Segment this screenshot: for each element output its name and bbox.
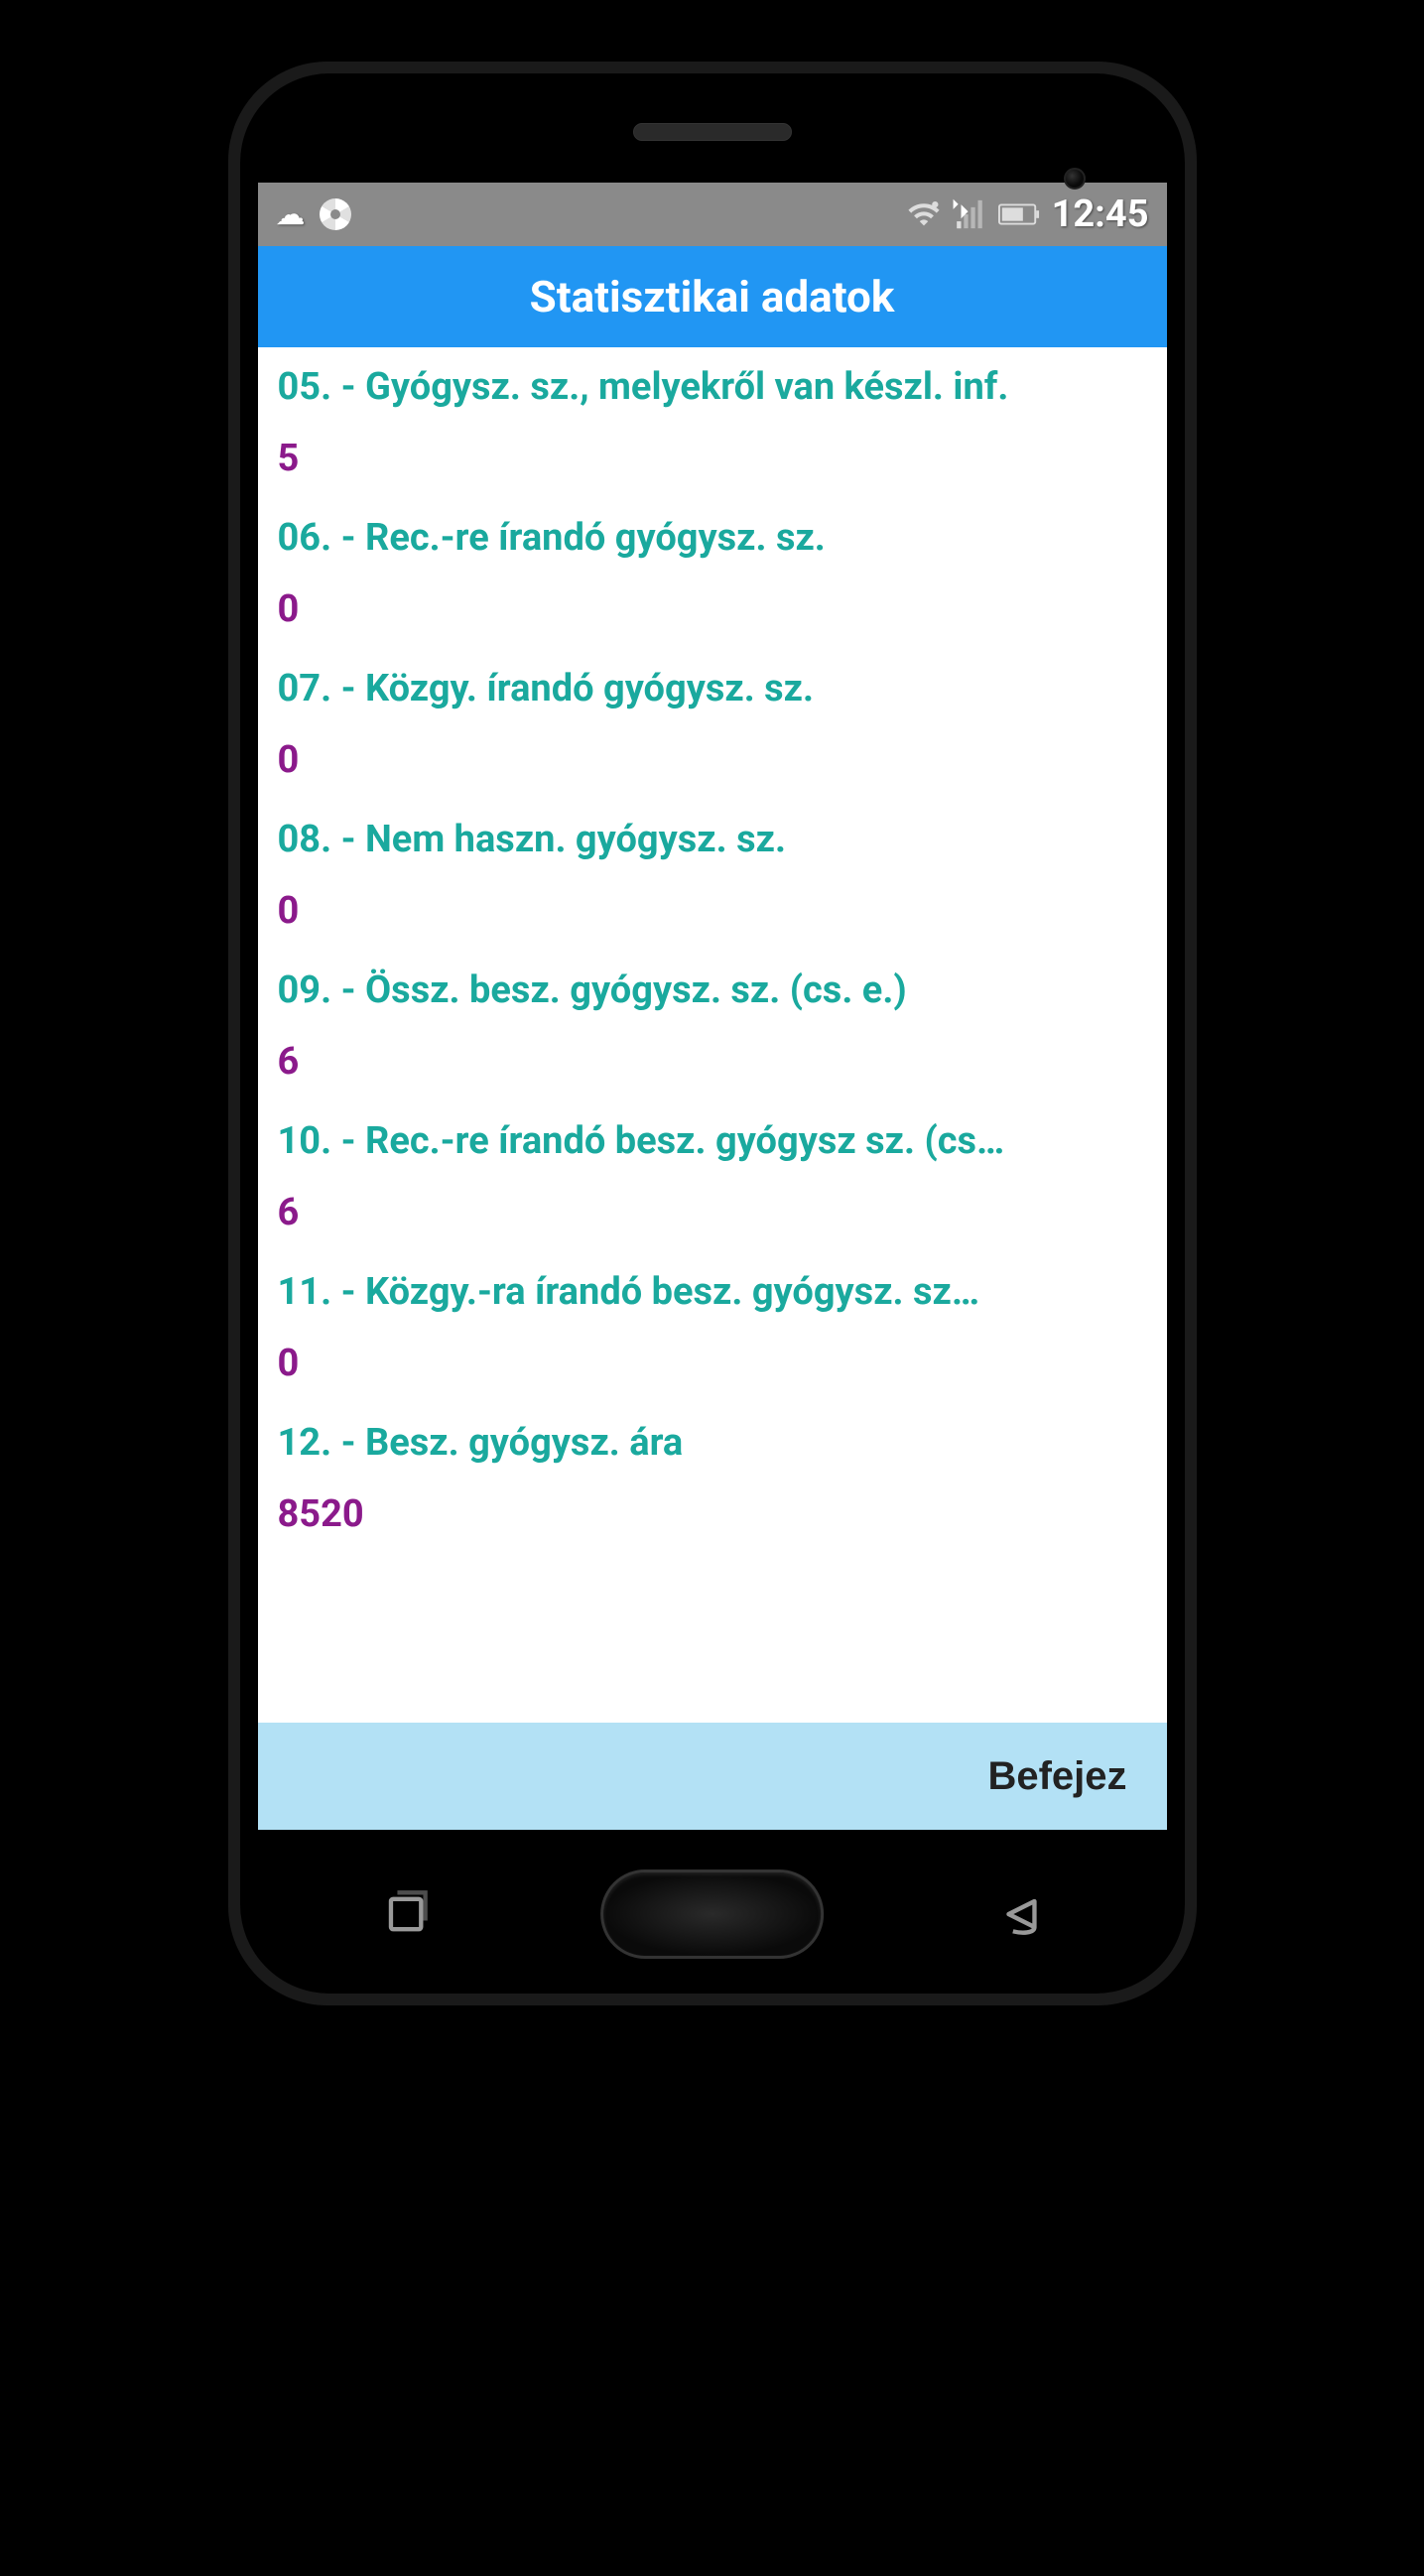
- stat-row: 09. - Össz. besz. gyógysz. sz. (cs. e.) …: [278, 951, 1147, 1101]
- back-icon[interactable]: [992, 1888, 1044, 1940]
- android-nav-bar: [297, 1869, 1128, 1959]
- stat-label: 12. - Besz. gyógysz. ára: [278, 1421, 1147, 1465]
- phone-inner-frame: ☁ 12:45 Statisztikai adatok 05.: [228, 62, 1197, 2005]
- stat-label: 09. - Össz. besz. gyógysz. sz. (cs. e.): [278, 968, 1147, 1012]
- status-bar: ☁ 12:45: [258, 183, 1167, 246]
- status-left: ☁: [276, 197, 351, 232]
- stat-row: 06. - Rec.-re írandó gyógysz. sz. 0: [278, 498, 1147, 649]
- stat-row: 08. - Nem haszn. gyógysz. sz. 0: [278, 800, 1147, 951]
- stat-label: 07. - Közgy. írandó gyógysz. sz.: [278, 667, 1147, 710]
- signal-icon: [953, 197, 986, 231]
- stat-label: 08. - Nem haszn. gyógysz. sz.: [278, 818, 1147, 861]
- screen: ☁ 12:45 Statisztikai adatok 05.: [258, 183, 1167, 1830]
- stat-value: 6: [278, 1191, 1147, 1234]
- stat-value: 0: [278, 587, 1147, 631]
- stat-row: 10. - Rec.-re írandó besz. gyógysz sz. (…: [278, 1101, 1147, 1252]
- stat-label: 05. - Gyógysz. sz., melyekről van készl.…: [278, 365, 1147, 409]
- phone-device-frame: ☁ 12:45 Statisztikai adatok 05.: [206, 40, 1219, 2027]
- page-title: Statisztikai adatok: [530, 271, 895, 322]
- battery-icon: [998, 201, 1040, 227]
- weather-icon: ☁: [276, 197, 306, 232]
- recent-apps-icon[interactable]: [380, 1888, 432, 1940]
- stat-row: 11. - Közgy.-ra írandó besz. gyógysz. sz…: [278, 1252, 1147, 1403]
- stat-value: 0: [278, 889, 1147, 933]
- stat-value: 0: [278, 738, 1147, 782]
- home-button[interactable]: [600, 1869, 824, 1959]
- stat-row: 05. - Gyógysz. sz., melyekről van készl.…: [278, 347, 1147, 498]
- phone-front-camera: [1064, 168, 1086, 190]
- phone-bezel: ☁ 12:45 Statisztikai adatok 05.: [240, 73, 1185, 1994]
- stat-row: 12. - Besz. gyógysz. ára 8520: [278, 1403, 1147, 1554]
- stat-label: 11. - Közgy.-ra írandó besz. gyógysz. sz…: [278, 1270, 1147, 1314]
- phone-speaker: [633, 123, 792, 141]
- app-bar: Statisztikai adatok: [258, 246, 1167, 347]
- bottom-bar: Befejez: [258, 1723, 1167, 1830]
- wifi-icon: [907, 197, 941, 231]
- stat-value: 5: [278, 437, 1147, 480]
- stat-value: 0: [278, 1342, 1147, 1385]
- finish-button[interactable]: Befejez: [987, 1754, 1126, 1799]
- stat-value: 6: [278, 1040, 1147, 1084]
- content-scroll[interactable]: 05. - Gyógysz. sz., melyekről van készl.…: [258, 347, 1167, 1723]
- status-clock: 12:45: [1052, 193, 1149, 236]
- stat-label: 06. - Rec.-re írandó gyógysz. sz.: [278, 516, 1147, 560]
- status-right: 12:45: [907, 193, 1149, 236]
- stat-value: 8520: [278, 1492, 1147, 1536]
- aperture-icon: [320, 198, 351, 230]
- stat-row: 07. - Közgy. írandó gyógysz. sz. 0: [278, 649, 1147, 800]
- stat-label: 10. - Rec.-re írandó besz. gyógysz sz. (…: [278, 1119, 1147, 1163]
